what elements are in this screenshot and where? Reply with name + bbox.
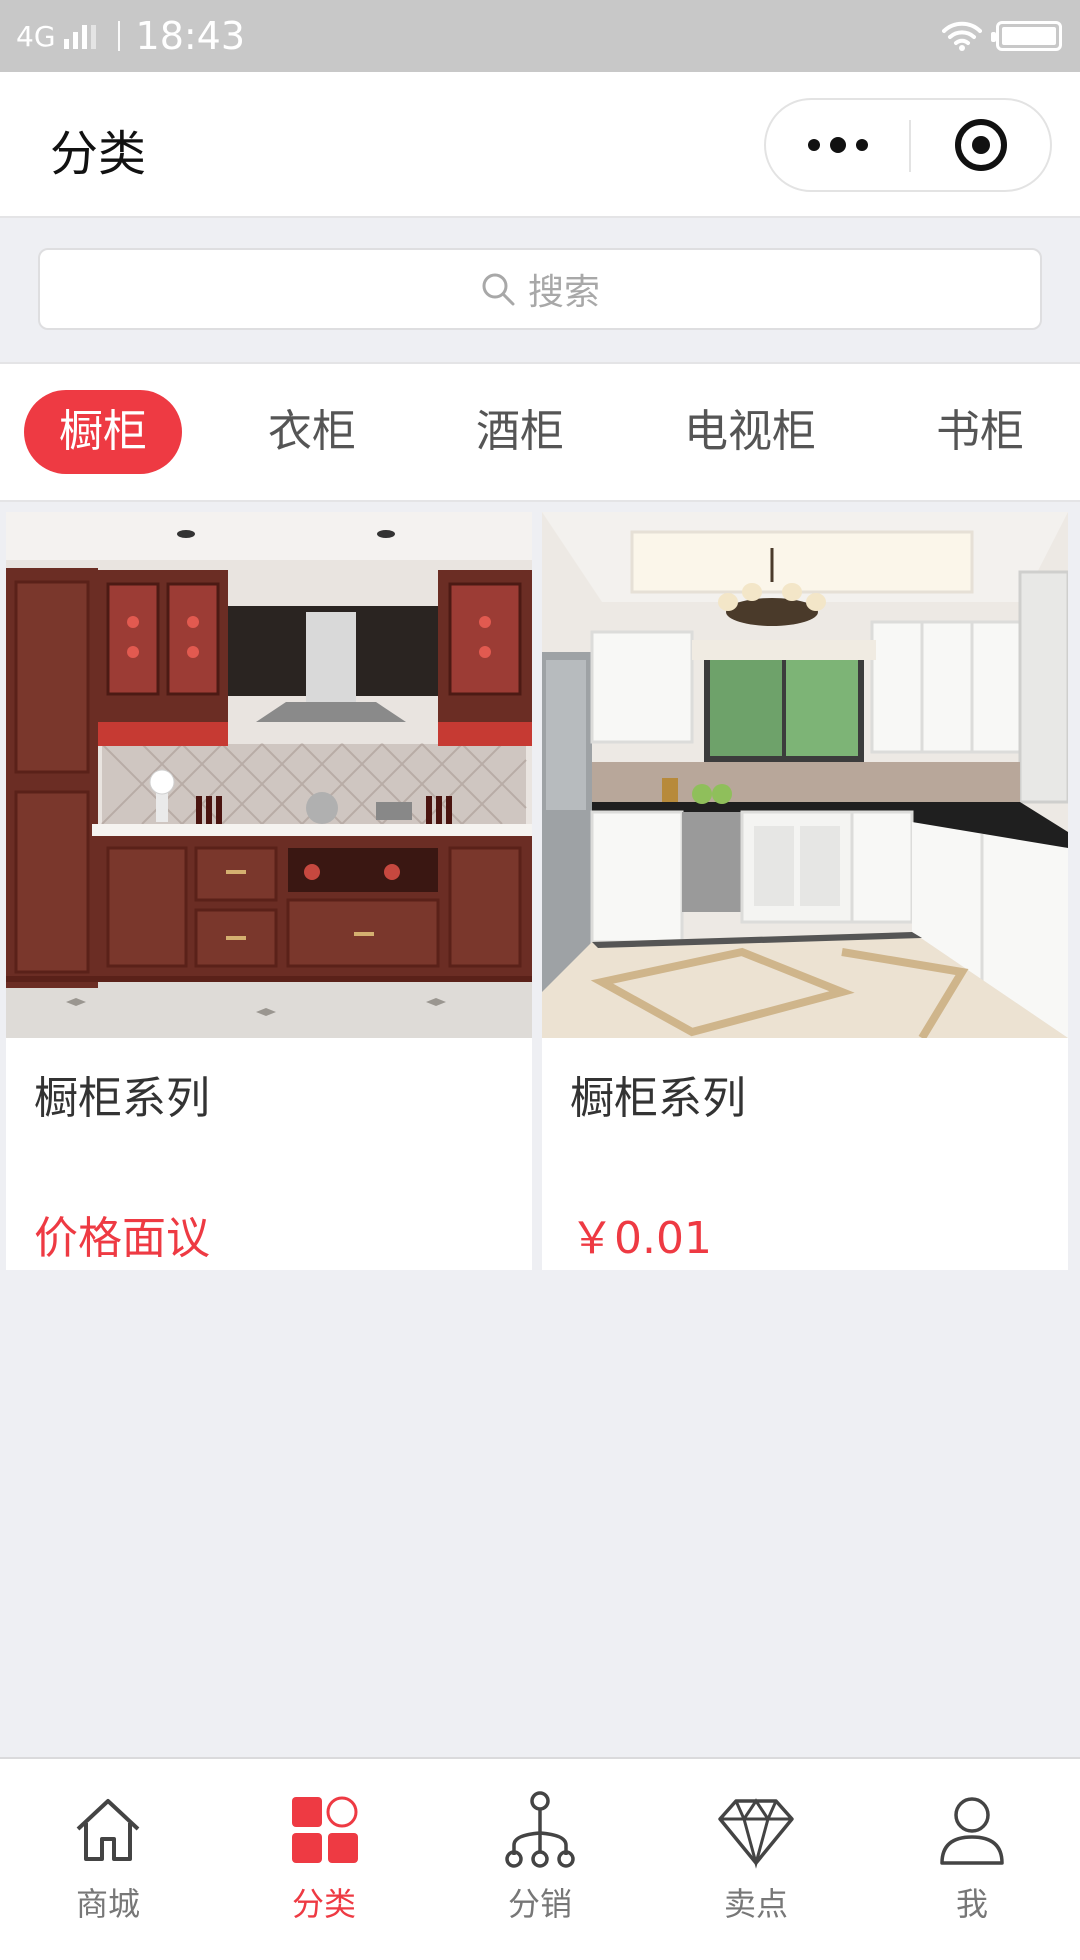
home-icon — [76, 1799, 140, 1861]
tabbar-item-me[interactable]: 我 — [864, 1759, 1080, 1960]
target-icon — [954, 119, 1007, 171]
tabbar-label: 分类 — [291, 1885, 356, 1923]
tab-wardrobe[interactable]: 衣柜 — [250, 390, 374, 474]
clock: 18:43 — [135, 14, 246, 58]
product-card[interactable]: 橱柜系列 价格面议 — [6, 512, 532, 1270]
product-name: 橱柜系列 — [570, 1073, 746, 1124]
status-bar: 4G 18:43 — [0, 0, 1080, 72]
tab-wine-cabinet[interactable]: 酒柜 — [458, 390, 582, 474]
tab-bookcase[interactable]: 书柜 — [918, 390, 1042, 474]
user-icon — [940, 1797, 1004, 1865]
category-icon — [292, 1796, 358, 1863]
network-type: 4G — [16, 19, 56, 53]
tab-tv-cabinet[interactable]: 电视柜 — [680, 390, 820, 474]
product-price: 价格面议 — [34, 1213, 210, 1264]
product-name: 橱柜系列 — [34, 1073, 210, 1124]
tab-cabinet[interactable]: 橱柜 — [24, 390, 182, 474]
tabbar-label: 卖点 — [723, 1885, 788, 1923]
search-placeholder: 搜索 — [527, 272, 600, 313]
product-image — [6, 512, 532, 1038]
tabbar-item-mall[interactable]: 商城 — [0, 1759, 216, 1960]
battery-icon — [991, 21, 1062, 51]
page-title: 分类 — [50, 126, 147, 182]
miniprogram-capsule — [764, 98, 1052, 192]
wifi-icon — [942, 21, 982, 51]
status-divider — [117, 21, 120, 51]
distribution-icon — [505, 1791, 575, 1868]
tabbar-item-category[interactable]: 分类 — [216, 1759, 432, 1960]
more-button[interactable] — [766, 100, 909, 190]
tabbar-item-distribution[interactable]: 分销 — [432, 1759, 648, 1960]
close-button[interactable] — [911, 100, 1050, 190]
nav-bar: 分类 — [0, 72, 1080, 218]
search-input[interactable]: 搜索 — [38, 248, 1042, 330]
tabbar-label: 我 — [955, 1885, 988, 1923]
category-tabs: 橱柜 衣柜 酒柜 电视柜 书柜 — [0, 362, 1080, 502]
bottom-tab-bar: 商城 分类 分销 卖点 我 — [0, 1757, 1080, 1960]
product-price: ￥0.01 — [570, 1213, 712, 1264]
status-right — [942, 0, 1062, 72]
diamond-icon — [718, 1798, 794, 1869]
search-icon — [482, 273, 515, 306]
tabbar-label: 分销 — [507, 1885, 572, 1923]
product-card[interactable]: 橱柜系列 ￥0.01 — [542, 512, 1068, 1270]
status-left: 4G 18:43 — [16, 0, 245, 72]
tabbar-label: 商城 — [75, 1885, 140, 1923]
tabbar-item-selling-points[interactable]: 卖点 — [648, 1759, 864, 1960]
search-area: 搜索 — [0, 218, 1080, 360]
signal-icon — [63, 23, 100, 49]
product-image — [542, 512, 1068, 1038]
